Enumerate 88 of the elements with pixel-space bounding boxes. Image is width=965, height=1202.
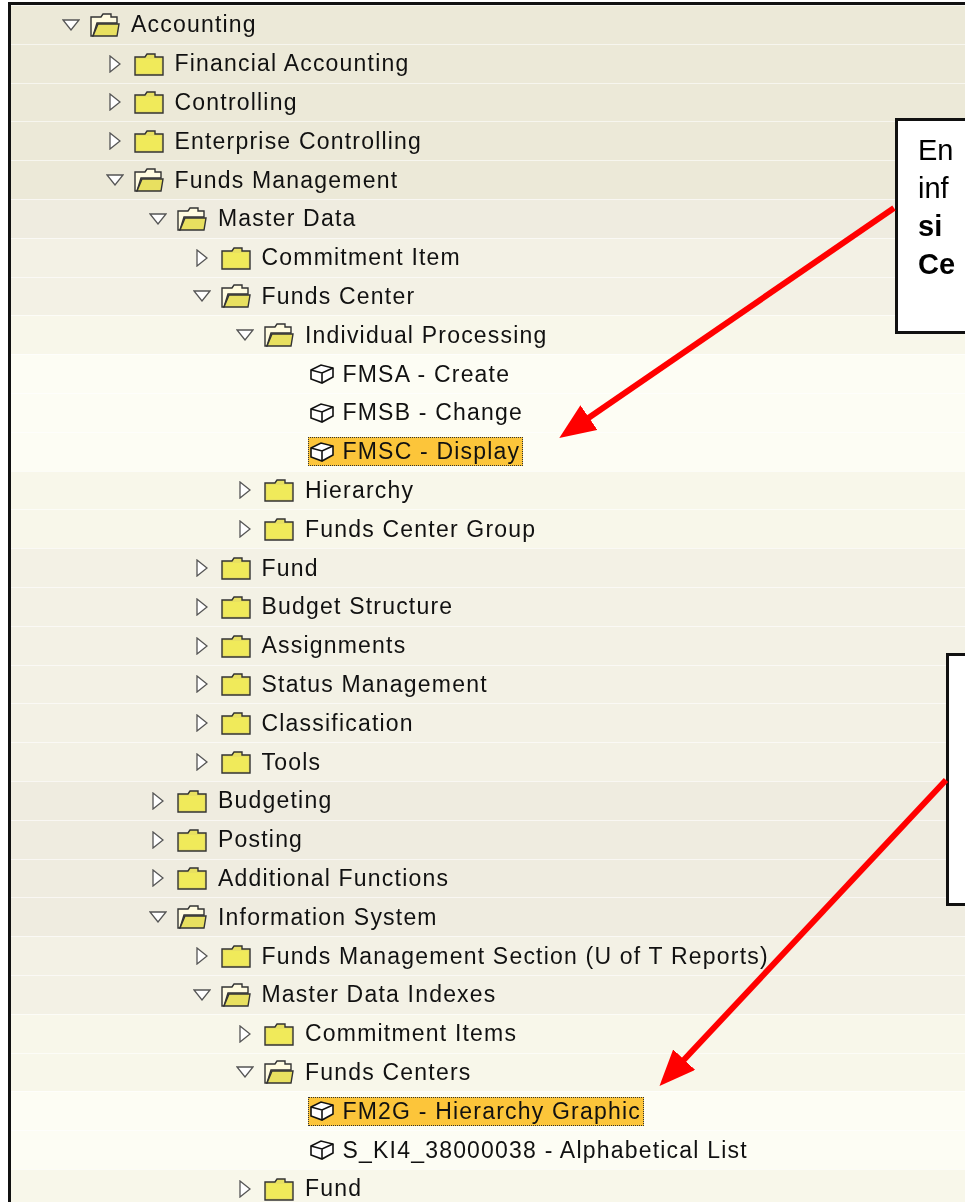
open-folder-icon — [264, 323, 294, 348]
folder-label[interactable]: Information System — [215, 901, 441, 933]
folder-icon — [177, 866, 207, 891]
folder-icon — [264, 517, 294, 542]
folder-label[interactable]: Assignments — [258, 630, 410, 662]
folder-icon — [220, 245, 251, 270]
callout-text: Ce — [918, 247, 957, 282]
open-folder-icon — [177, 905, 207, 930]
collapse-triangle-icon[interactable] — [108, 54, 121, 73]
folder-icon — [264, 1176, 294, 1201]
collapse-triangle-icon[interactable] — [195, 675, 208, 694]
folder-label[interactable]: Additional Functions — [215, 862, 453, 894]
folder-label[interactable]: Funds Center Group — [302, 513, 540, 545]
folder-icon — [177, 827, 207, 852]
folder-icon — [133, 129, 164, 154]
folder-label[interactable]: Hierarchy — [302, 474, 418, 506]
folder-label[interactable]: Funds Management — [171, 164, 402, 196]
expand-triangle-icon[interactable] — [149, 212, 167, 225]
expand-triangle-icon[interactable] — [62, 18, 80, 31]
folder-label[interactable]: Classification — [258, 707, 417, 739]
folder-icon — [133, 90, 164, 115]
callout-text: si — [918, 209, 944, 244]
open-folder-icon — [90, 12, 120, 37]
folder-label[interactable]: Accounting — [128, 9, 260, 41]
folder-label[interactable]: Fund — [258, 552, 322, 584]
transaction-item[interactable]: FMSA - Create — [307, 359, 514, 389]
folder-icon — [133, 51, 164, 76]
open-folder-icon — [177, 206, 207, 231]
folder-label[interactable]: Commitment Item — [258, 242, 464, 274]
folder-icon — [220, 594, 251, 619]
transaction-item[interactable]: S_KI4_38000038 - Alphabetical List — [307, 1135, 751, 1165]
collapse-triangle-icon[interactable] — [239, 520, 251, 539]
folder-icon — [220, 944, 251, 968]
folder-icon — [220, 672, 251, 697]
folder-icon — [220, 750, 251, 775]
folder-icon — [220, 633, 251, 658]
folder-label[interactable]: Posting — [215, 824, 307, 856]
collapse-triangle-icon[interactable] — [239, 1179, 251, 1198]
callout-text: inf — [918, 171, 950, 206]
collapse-triangle-icon[interactable] — [239, 481, 251, 500]
folder-icon — [264, 478, 294, 503]
collapse-triangle-icon[interactable] — [195, 248, 208, 267]
transaction-item[interactable]: FM2G - Hierarchy Graphic — [307, 1096, 644, 1126]
cube-icon — [308, 362, 335, 387]
expand-triangle-icon[interactable] — [236, 329, 254, 342]
folder-label[interactable]: Funds Centers — [302, 1056, 475, 1088]
cube-icon — [308, 1138, 335, 1162]
collapse-triangle-icon[interactable] — [195, 947, 208, 965]
cube-icon — [308, 1099, 335, 1124]
collapse-triangle-icon[interactable] — [195, 597, 208, 616]
transaction-item[interactable]: FMSC - Display — [307, 437, 524, 467]
folder-icon — [220, 556, 251, 581]
collapse-triangle-icon[interactable] — [195, 636, 208, 655]
collapse-triangle-icon[interactable] — [195, 559, 208, 578]
folder-label[interactable]: Fund — [302, 1173, 366, 1202]
collapse-triangle-icon[interactable] — [152, 830, 164, 849]
expand-triangle-icon[interactable] — [105, 174, 124, 187]
collapse-triangle-icon[interactable] — [195, 714, 208, 733]
folder-label[interactable]: Enterprise Controlling — [171, 125, 426, 157]
folder-label[interactable]: Budgeting — [215, 785, 336, 817]
folder-label[interactable]: Controlling — [171, 87, 301, 118]
open-folder-icon — [220, 284, 251, 309]
collapse-triangle-icon[interactable] — [152, 791, 164, 810]
callout-text: En — [918, 133, 955, 168]
folder-label[interactable]: Tools — [258, 746, 325, 778]
open-folder-icon — [133, 168, 164, 193]
expand-triangle-icon[interactable] — [192, 988, 211, 1001]
folder-label[interactable]: Budget Structure — [258, 591, 457, 623]
collapse-triangle-icon[interactable] — [108, 132, 121, 151]
collapse-triangle-icon[interactable] — [152, 869, 164, 888]
expand-triangle-icon[interactable] — [149, 911, 167, 924]
folder-label[interactable]: Status Management — [258, 668, 491, 700]
folder-label[interactable]: Master Data — [215, 203, 360, 235]
collapse-triangle-icon[interactable] — [108, 93, 121, 112]
collapse-triangle-icon[interactable] — [239, 1024, 251, 1043]
open-folder-icon — [264, 1060, 294, 1085]
open-folder-icon — [220, 982, 251, 1007]
folder-label[interactable]: Commitment Items — [302, 1018, 521, 1050]
folder-icon — [220, 711, 251, 736]
cube-icon — [308, 400, 335, 425]
transaction-item[interactable]: FMSB - Change — [307, 398, 526, 428]
collapse-triangle-icon[interactable] — [195, 753, 208, 772]
expand-triangle-icon[interactable] — [192, 290, 211, 303]
cube-icon — [308, 439, 335, 464]
folder-icon — [264, 1021, 294, 1046]
expand-triangle-icon[interactable] — [236, 1066, 254, 1079]
folder-icon — [177, 788, 207, 813]
folder-label[interactable]: Funds Center — [258, 280, 419, 312]
